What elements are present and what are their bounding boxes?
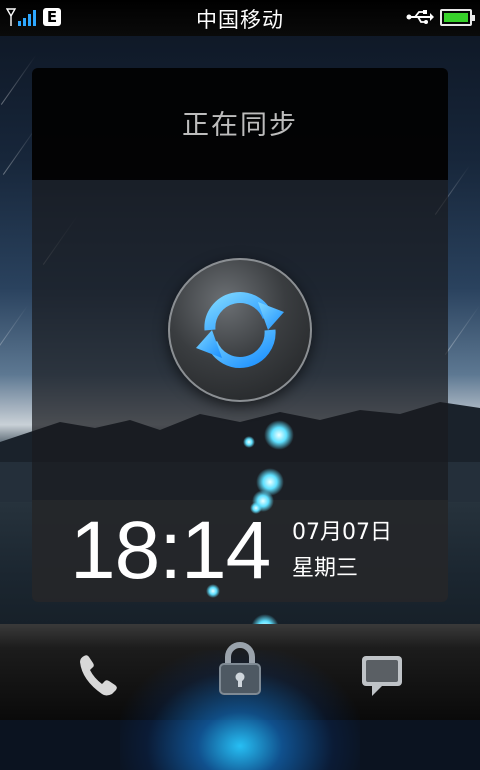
lock-icon[interactable] — [216, 642, 264, 696]
sync-status-title: 正在同步 — [182, 109, 298, 141]
clock-date: 07月07日 — [292, 520, 392, 545]
status-bar: E 中国移动 — [0, 0, 480, 36]
sync-button[interactable] — [168, 258, 312, 402]
clock-time: 18:14 — [70, 505, 271, 596]
phone-icon[interactable] — [76, 650, 126, 700]
sync-panel-header: 正在同步 — [32, 68, 448, 180]
battery-icon — [440, 9, 475, 26]
usb-icon — [406, 10, 434, 24]
clock-weekday: 星期三 — [292, 556, 359, 581]
sync-icon — [196, 292, 284, 368]
message-icon[interactable] — [358, 652, 406, 700]
